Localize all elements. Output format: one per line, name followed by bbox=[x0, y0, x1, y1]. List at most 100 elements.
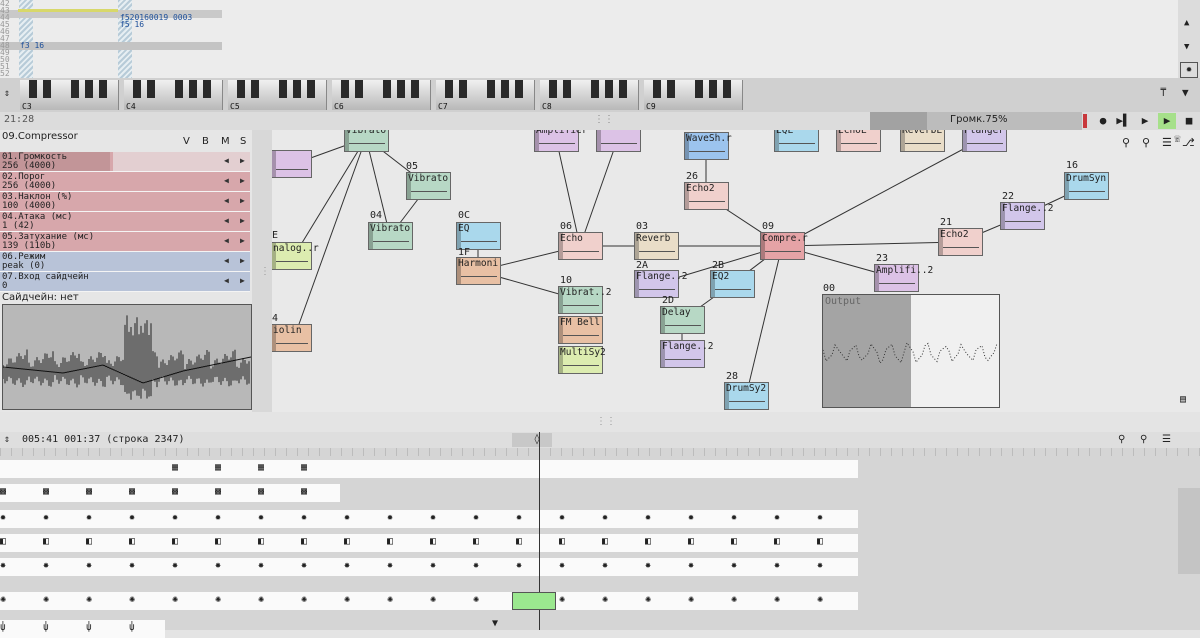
black-key[interactable] bbox=[85, 80, 93, 98]
pattern-icon[interactable]: ✹ bbox=[129, 512, 135, 523]
pattern-icon[interactable]: ✹ bbox=[344, 512, 350, 523]
module-box[interactable]: Echo2 bbox=[684, 182, 729, 210]
pattern-icon[interactable]: ◧ bbox=[344, 536, 350, 547]
module-box[interactable]: iolin bbox=[272, 324, 312, 352]
module-box[interactable]: Amplifier bbox=[534, 130, 587, 152]
volume-slider[interactable]: Громк.75% bbox=[870, 112, 1082, 130]
timeline-splitter[interactable]: ⋮⋮ bbox=[0, 412, 1200, 432]
timeline-track[interactable] bbox=[0, 620, 165, 638]
param-slider[interactable]: 06.Режим peak (0) ◀ ▶ bbox=[0, 252, 250, 272]
pattern-icon[interactable]: ✹ bbox=[43, 512, 49, 523]
black-key[interactable] bbox=[723, 80, 731, 98]
pattern-icon[interactable]: ✹ bbox=[215, 512, 221, 523]
param-decrease-icon[interactable]: ◀ bbox=[224, 256, 229, 265]
pattern-icon[interactable]: ◧ bbox=[516, 536, 522, 547]
pattern-icon[interactable]: ✺ bbox=[86, 594, 92, 605]
piano-keyboard[interactable]: ⇕ C3 C4 C5 C6 C7 C8 C9 ⍑ ▼ bbox=[0, 78, 1200, 112]
record-icon[interactable]: ● bbox=[1094, 113, 1112, 129]
black-key[interactable] bbox=[279, 80, 287, 98]
pattern-icon[interactable]: ✺ bbox=[215, 594, 221, 605]
module-box[interactable]: Delay bbox=[660, 306, 705, 334]
pattern-icon[interactable]: ✺ bbox=[43, 594, 49, 605]
pattern-icon[interactable]: ✺ bbox=[301, 594, 307, 605]
pattern-icon[interactable]: ✺ bbox=[258, 594, 264, 605]
black-key[interactable] bbox=[175, 80, 183, 98]
pattern-icon[interactable]: ◧ bbox=[559, 536, 565, 547]
black-key[interactable] bbox=[307, 80, 315, 98]
pattern-icon[interactable]: ✸ bbox=[344, 560, 350, 571]
pattern-icon[interactable]: ◧ bbox=[473, 536, 479, 547]
pattern-menu-icon[interactable]: ✹ bbox=[1180, 62, 1198, 78]
pattern-icon[interactable]: ◧ bbox=[0, 536, 6, 547]
pattern-icon[interactable]: ✺ bbox=[172, 594, 178, 605]
pattern-row[interactable]: 52 bbox=[0, 70, 222, 78]
black-key[interactable] bbox=[459, 80, 467, 98]
black-key[interactable] bbox=[709, 80, 717, 98]
module-box[interactable]: EQL bbox=[774, 130, 819, 152]
black-key[interactable] bbox=[43, 80, 51, 98]
pattern-icon[interactable]: ✺ bbox=[817, 594, 823, 605]
param-decrease-icon[interactable]: ◀ bbox=[224, 216, 229, 225]
module-box[interactable]: WaveSh.r bbox=[684, 132, 732, 160]
module-box[interactable]: Vibrato bbox=[368, 222, 413, 250]
param-increase-icon[interactable]: ▶ bbox=[240, 176, 245, 185]
black-key[interactable] bbox=[667, 80, 675, 98]
pattern-icon[interactable]: ▩ bbox=[301, 486, 307, 497]
module-box[interactable]: Flanger bbox=[962, 130, 1007, 152]
black-key[interactable] bbox=[355, 80, 363, 98]
module-box[interactable]: Vibrato bbox=[344, 130, 389, 152]
pattern-icon[interactable]: ◧ bbox=[129, 536, 135, 547]
module-box[interactable]: EQ bbox=[456, 222, 501, 250]
param-increase-icon[interactable]: ▶ bbox=[240, 216, 245, 225]
pattern-icon[interactable]: ◧ bbox=[774, 536, 780, 547]
black-key[interactable] bbox=[487, 80, 495, 98]
pattern-icon[interactable]: ✸ bbox=[43, 560, 49, 571]
canvas-tool-icon[interactable]: ☏ bbox=[1174, 132, 1181, 145]
module-box[interactable]: Amplifi..2 bbox=[874, 264, 933, 292]
timeline-track[interactable] bbox=[0, 460, 340, 478]
pattern-icon[interactable]: ✸ bbox=[301, 560, 307, 571]
param-increase-icon[interactable]: ▶ bbox=[240, 236, 245, 245]
param-slider[interactable]: 05.Затухание (мс) 139 (110b) ◀ ▶ bbox=[0, 232, 250, 252]
menu-icon[interactable]: ☰ bbox=[1162, 136, 1172, 149]
pattern-icon[interactable]: ◧ bbox=[731, 536, 737, 547]
pattern-icon[interactable]: ✺ bbox=[559, 594, 565, 605]
black-key[interactable] bbox=[397, 80, 405, 98]
module-box[interactable]: EchoL bbox=[836, 130, 881, 152]
param-decrease-icon[interactable]: ◀ bbox=[224, 276, 229, 285]
black-key[interactable] bbox=[71, 80, 79, 98]
pattern-icon[interactable]: ✸ bbox=[473, 560, 479, 571]
black-key[interactable] bbox=[445, 80, 453, 98]
pattern-icon[interactable]: ◧ bbox=[301, 536, 307, 547]
black-key[interactable] bbox=[591, 80, 599, 98]
black-key[interactable] bbox=[411, 80, 419, 98]
timeline-scroll-icon[interactable]: ⇕ bbox=[4, 434, 10, 445]
pattern-icon[interactable]: ✺ bbox=[430, 594, 436, 605]
play-from-start-icon[interactable]: ▶▌ bbox=[1114, 113, 1132, 129]
param-slider[interactable]: 03.Наклон (%) 100 (4000) ◀ ▶ bbox=[0, 192, 250, 212]
pattern-icon[interactable]: ✸ bbox=[688, 560, 694, 571]
black-key[interactable] bbox=[619, 80, 627, 98]
module-box[interactable]: FM Bell bbox=[558, 316, 603, 344]
pattern-icon[interactable]: ✹ bbox=[688, 512, 694, 523]
param-increase-icon[interactable]: ▶ bbox=[240, 196, 245, 205]
black-key[interactable] bbox=[341, 80, 349, 98]
pattern-icon[interactable]: ✸ bbox=[0, 560, 6, 571]
pattern-icon[interactable]: ▩ bbox=[129, 486, 135, 497]
scroll-up-icon[interactable]: ▲ bbox=[1184, 18, 1189, 28]
param-decrease-icon[interactable]: ◀ bbox=[224, 196, 229, 205]
module-box[interactable]: EQ2 bbox=[710, 270, 755, 298]
pattern-icon[interactable]: ✹ bbox=[258, 512, 264, 523]
timeline-zoom-in-icon[interactable]: ⚲ bbox=[1118, 434, 1125, 445]
pattern-icon[interactable]: ✸ bbox=[430, 560, 436, 571]
pattern-icon[interactable]: ✸ bbox=[86, 560, 92, 571]
black-key[interactable] bbox=[237, 80, 245, 98]
pattern-icon[interactable]: ▩ bbox=[215, 486, 221, 497]
pattern-icon[interactable]: ◧ bbox=[172, 536, 178, 547]
keyboard-octave[interactable]: C9 bbox=[644, 80, 748, 111]
param-slider[interactable]: 04.Атака (мс) 1 (42) ◀ ▶ bbox=[0, 212, 250, 232]
keyboard-scroll-icon[interactable]: ⇕ bbox=[4, 88, 10, 99]
black-key[interactable] bbox=[147, 80, 155, 98]
module-box[interactable]: Reverb bbox=[634, 232, 679, 260]
black-key[interactable] bbox=[501, 80, 509, 98]
